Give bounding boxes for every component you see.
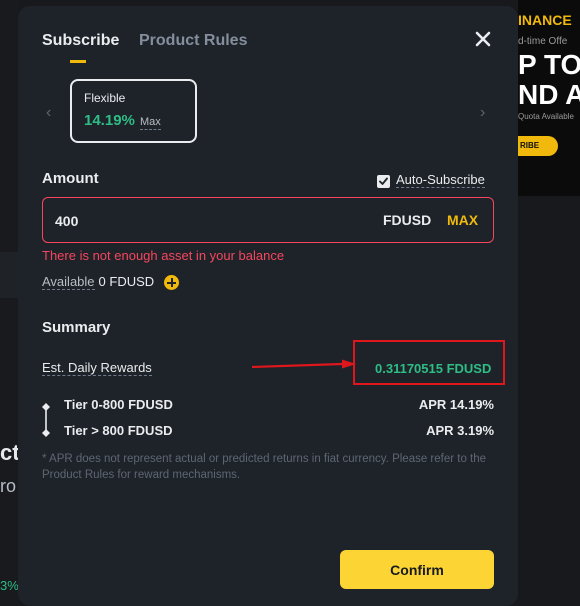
banner-headline-2: ND A <box>518 79 580 110</box>
tab-subscribe[interactable]: Subscribe <box>42 32 119 50</box>
auto-subscribe-label[interactable]: Auto-Subscribe <box>396 172 485 188</box>
amount-unit: FDUSD <box>383 212 432 228</box>
close-icon[interactable] <box>474 30 492 48</box>
tier-row-label: Tier 0-800 FDUSD <box>64 397 173 412</box>
background-text-fragment: ct <box>0 440 20 465</box>
tier-row-apr: APR 3.19% <box>426 423 494 438</box>
tier-row-apr: APR 14.19% <box>418 397 494 412</box>
summary-title: Summary <box>42 319 111 336</box>
banner-note: Quota Available <box>518 112 574 121</box>
add-funds-plus-icon[interactable] <box>164 275 179 290</box>
term-max-label: Max <box>140 116 161 130</box>
banner-subtitle: d-time Offe <box>518 36 568 47</box>
term-name: Flexible <box>84 91 126 105</box>
available-value: 0 FDUSD <box>98 274 155 289</box>
tier-row-label: Tier > 800 FDUSD <box>64 423 173 438</box>
amount-field[interactable]: FDUSD MAX <box>42 197 494 243</box>
banner-subscribe-button[interactable]: RIBE <box>518 136 558 156</box>
max-button[interactable]: MAX <box>447 212 478 228</box>
term-option-flexible[interactable]: Flexible 14.19% Max <box>70 79 197 143</box>
chevron-left-icon[interactable]: ‹ <box>46 104 51 122</box>
available-label: Available <box>42 274 95 290</box>
checkbox-checked-icon[interactable] <box>377 175 390 188</box>
annotation-arrow-icon <box>251 359 356 369</box>
amount-label: Amount <box>42 170 99 187</box>
tab-product-rules[interactable]: Product Rules <box>139 32 247 50</box>
banner-brand-text: INANCE <box>518 12 572 28</box>
term-apr: 14.19% <box>84 112 135 129</box>
chevron-right-icon[interactable]: › <box>480 104 485 122</box>
tier-connector-icon <box>42 403 50 437</box>
background-text-fragment: ro <box>0 476 17 496</box>
subscribe-modal: Subscribe Product Rules ‹ › Flexible 14.… <box>18 6 518 606</box>
background-text-fragment: 3% <box>0 578 19 593</box>
active-tab-indicator <box>70 60 86 63</box>
est-daily-rewards-label: Est. Daily Rewards <box>42 360 152 376</box>
background-band <box>0 252 18 298</box>
screen: ct ro 3% INANCE d-time Offe P TO ND A Qu… <box>0 0 580 606</box>
banner-headline-1: P TO <box>518 49 580 80</box>
apr-disclaimer: * APR does not represent actual or predi… <box>42 453 487 481</box>
confirm-button[interactable]: Confirm <box>340 550 494 589</box>
amount-input[interactable] <box>55 210 355 232</box>
background-page-left: ct ro 3% <box>0 0 20 606</box>
promo-banner[interactable]: INANCE d-time Offe P TO ND A Quota Avail… <box>518 0 580 196</box>
background-page-right: INANCE d-time Offe P TO ND A Quota Avail… <box>518 0 580 606</box>
est-daily-rewards-value: 0.31170515 FDUSD <box>375 361 492 376</box>
balance-error-message: There is not enough asset in your balanc… <box>42 248 285 263</box>
available-balance: Available 0 FDUSD <box>42 274 155 290</box>
